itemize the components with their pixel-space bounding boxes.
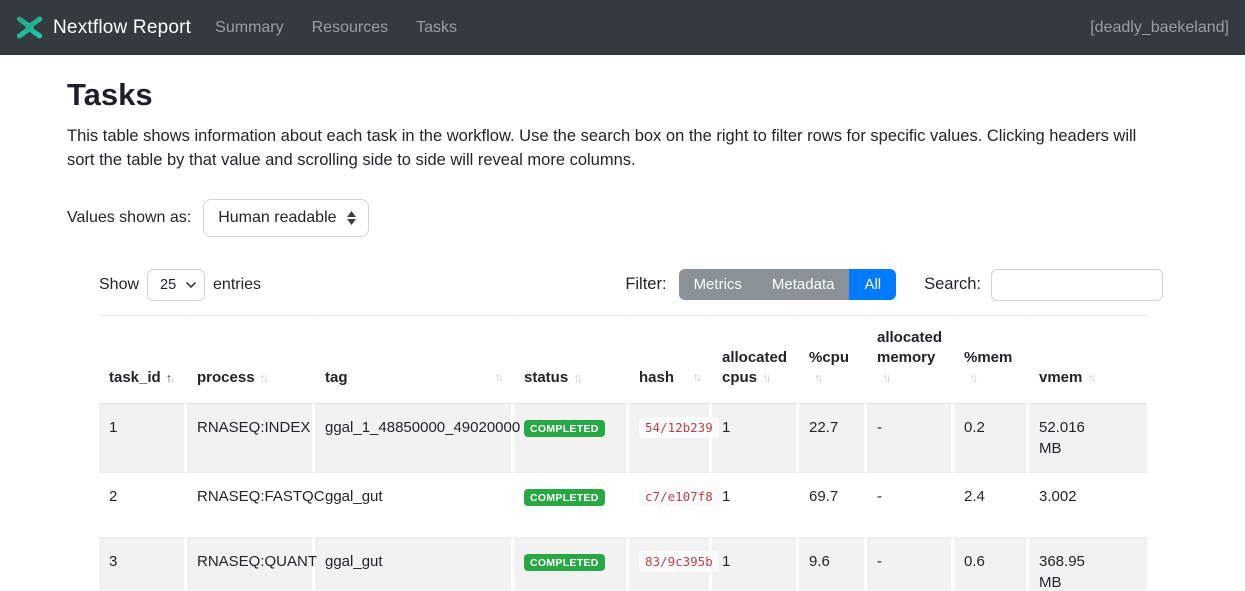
hash-code: 83/9c395b [639, 551, 719, 572]
cell-process: RNASEQ:INDEX [187, 404, 315, 473]
filter-group: Filter: Metrics Metadata All [625, 269, 896, 300]
cell-allocated-cpus: 1 [712, 404, 799, 473]
cell-tag: ggal_gut [315, 538, 514, 591]
cell-vmem: 52.016 MB [1029, 404, 1147, 473]
page-length-value: 25 [160, 277, 176, 293]
column-header-hash[interactable]: hash↑↓ [629, 315, 712, 404]
cell-status: COMPLETED [514, 473, 629, 538]
cell-vmem: 368.95 MB [1029, 538, 1147, 591]
cell-tag: ggal_gut [315, 473, 514, 538]
cell-allocated-memory: - [867, 473, 954, 538]
cell-pct-mem: 0.2 [954, 404, 1029, 473]
header-row: task_id↑↓ process↑↓ tag↑↓ status↑↓ hash↑… [99, 315, 1147, 404]
cell-hash: 54/12b239 [629, 404, 712, 473]
sort-icon: ↑↓ [260, 370, 267, 387]
search-label: Search: [924, 275, 981, 294]
cell-hash: c7/e107f8 [629, 473, 712, 538]
sort-icon: ↑↓ [882, 370, 889, 387]
table-row: 1 RNASEQ:INDEX ggal_1_48850000_49020000 … [99, 404, 1147, 473]
navbar: Nextflow Report Summary Resources Tasks … [0, 0, 1245, 55]
tasks-table: task_id↑↓ process↑↓ tag↑↓ status↑↓ hash↑… [99, 315, 1147, 591]
filter-label: Filter: [625, 275, 666, 294]
column-header-allocated-cpus[interactable]: allocated cpus↑↓ [712, 315, 799, 404]
cell-allocated-memory: - [867, 538, 954, 591]
entries-label: entries [213, 276, 261, 294]
nav-item-summary[interactable]: Summary [201, 11, 297, 45]
values-shown-label: Values shown as: [67, 209, 191, 227]
filter-button-all[interactable]: All [849, 269, 896, 300]
cell-vmem: 3.002 [1029, 473, 1147, 538]
sort-icon: ↑↓ [762, 370, 769, 387]
chevron-down-icon [186, 282, 196, 288]
cell-tag: ggal_1_48850000_49020000 [315, 404, 514, 473]
values-shown-selected: Human readable [218, 209, 336, 227]
cell-pct-cpu: 22.7 [799, 404, 867, 473]
page-description: This table shows information about each … [67, 125, 1161, 173]
column-header-pct-mem[interactable]: %mem↑↓ [954, 315, 1029, 404]
column-header-vmem[interactable]: vmem↑↓ [1029, 315, 1147, 404]
cell-allocated-cpus: 1 [712, 473, 799, 538]
sort-icon: ↑↓ [166, 370, 173, 387]
show-label: Show [99, 276, 139, 294]
page-length-group: Show 25 entries [99, 269, 261, 301]
nextflow-logo-icon [16, 14, 43, 41]
filter-button-metadata[interactable]: Metadata [757, 269, 850, 300]
page-length-select[interactable]: 25 [147, 269, 205, 301]
column-header-tag[interactable]: tag↑↓ [315, 315, 514, 404]
cell-pct-cpu: 9.6 [799, 538, 867, 591]
sort-icon: ↑↓ [1087, 370, 1094, 387]
nav-links: Summary Resources Tasks [201, 11, 471, 45]
cell-task-id: 2 [99, 473, 187, 538]
filter-button-metrics[interactable]: Metrics [679, 269, 757, 300]
nav-item-resources[interactable]: Resources [298, 11, 402, 45]
cell-hash: 83/9c395b [629, 538, 712, 591]
brand-title: Nextflow Report [53, 17, 191, 39]
sort-icon: ↑↓ [814, 370, 821, 387]
cell-task-id: 3 [99, 538, 187, 591]
column-header-allocated-memory[interactable]: allocated memory↑↓ [867, 315, 954, 404]
column-header-process[interactable]: process↑↓ [187, 315, 315, 404]
run-name: [deadly_baekeland] [1090, 19, 1229, 37]
column-header-status[interactable]: status↑↓ [514, 315, 629, 404]
values-shown-select[interactable]: Human readable [203, 199, 368, 237]
search-input[interactable] [991, 269, 1163, 301]
values-shown-row: Values shown as: Human readable [67, 199, 1161, 237]
cell-pct-mem: 0.6 [954, 538, 1029, 591]
cell-allocated-cpus: 1 [712, 538, 799, 591]
cell-pct-mem: 2.4 [954, 473, 1029, 538]
main-content: Tasks This table shows information about… [0, 55, 1245, 591]
filter-button-group: Metrics Metadata All [679, 269, 897, 300]
page-title: Tasks [67, 77, 1161, 113]
cell-pct-cpu: 69.7 [799, 473, 867, 538]
cell-process: RNASEQ:QUANT [187, 538, 315, 591]
cell-allocated-memory: - [867, 404, 954, 473]
table-scroll-area[interactable]: task_id↑↓ process↑↓ tag↑↓ status↑↓ hash↑… [99, 315, 1147, 591]
cell-status: COMPLETED [514, 404, 629, 473]
status-badge: COMPLETED [524, 489, 605, 507]
column-header-task-id[interactable]: task_id↑↓ [99, 315, 187, 404]
brand-link[interactable]: Nextflow Report [16, 14, 191, 41]
datatable-wrapper: Show 25 entries Filter: Metrics Metadata… [99, 269, 1163, 591]
hash-code: c7/e107f8 [639, 486, 719, 507]
cell-process: RNASEQ:FASTQC [187, 473, 315, 538]
search-group: Search: [924, 269, 1163, 301]
sort-icon: ↑↓ [495, 369, 502, 386]
nav-item-tasks[interactable]: Tasks [402, 11, 471, 45]
status-badge: COMPLETED [524, 420, 605, 438]
sort-icon: ↑↓ [969, 370, 976, 387]
sort-icon: ↑↓ [573, 370, 580, 387]
hash-code: 54/12b239 [639, 417, 719, 438]
column-header-pct-cpu[interactable]: %cpu↑↓ [799, 315, 867, 404]
table-row: 2 RNASEQ:FASTQC ggal_gut COMPLETED c7/e1… [99, 473, 1147, 538]
cell-status: COMPLETED [514, 538, 629, 591]
status-badge: COMPLETED [524, 554, 605, 572]
table-row: 3 RNASEQ:QUANT ggal_gut COMPLETED 83/9c3… [99, 538, 1147, 591]
select-updown-icon [347, 211, 356, 225]
table-controls: Show 25 entries Filter: Metrics Metadata… [99, 269, 1163, 301]
sort-icon: ↑↓ [693, 369, 700, 386]
cell-task-id: 1 [99, 404, 187, 473]
